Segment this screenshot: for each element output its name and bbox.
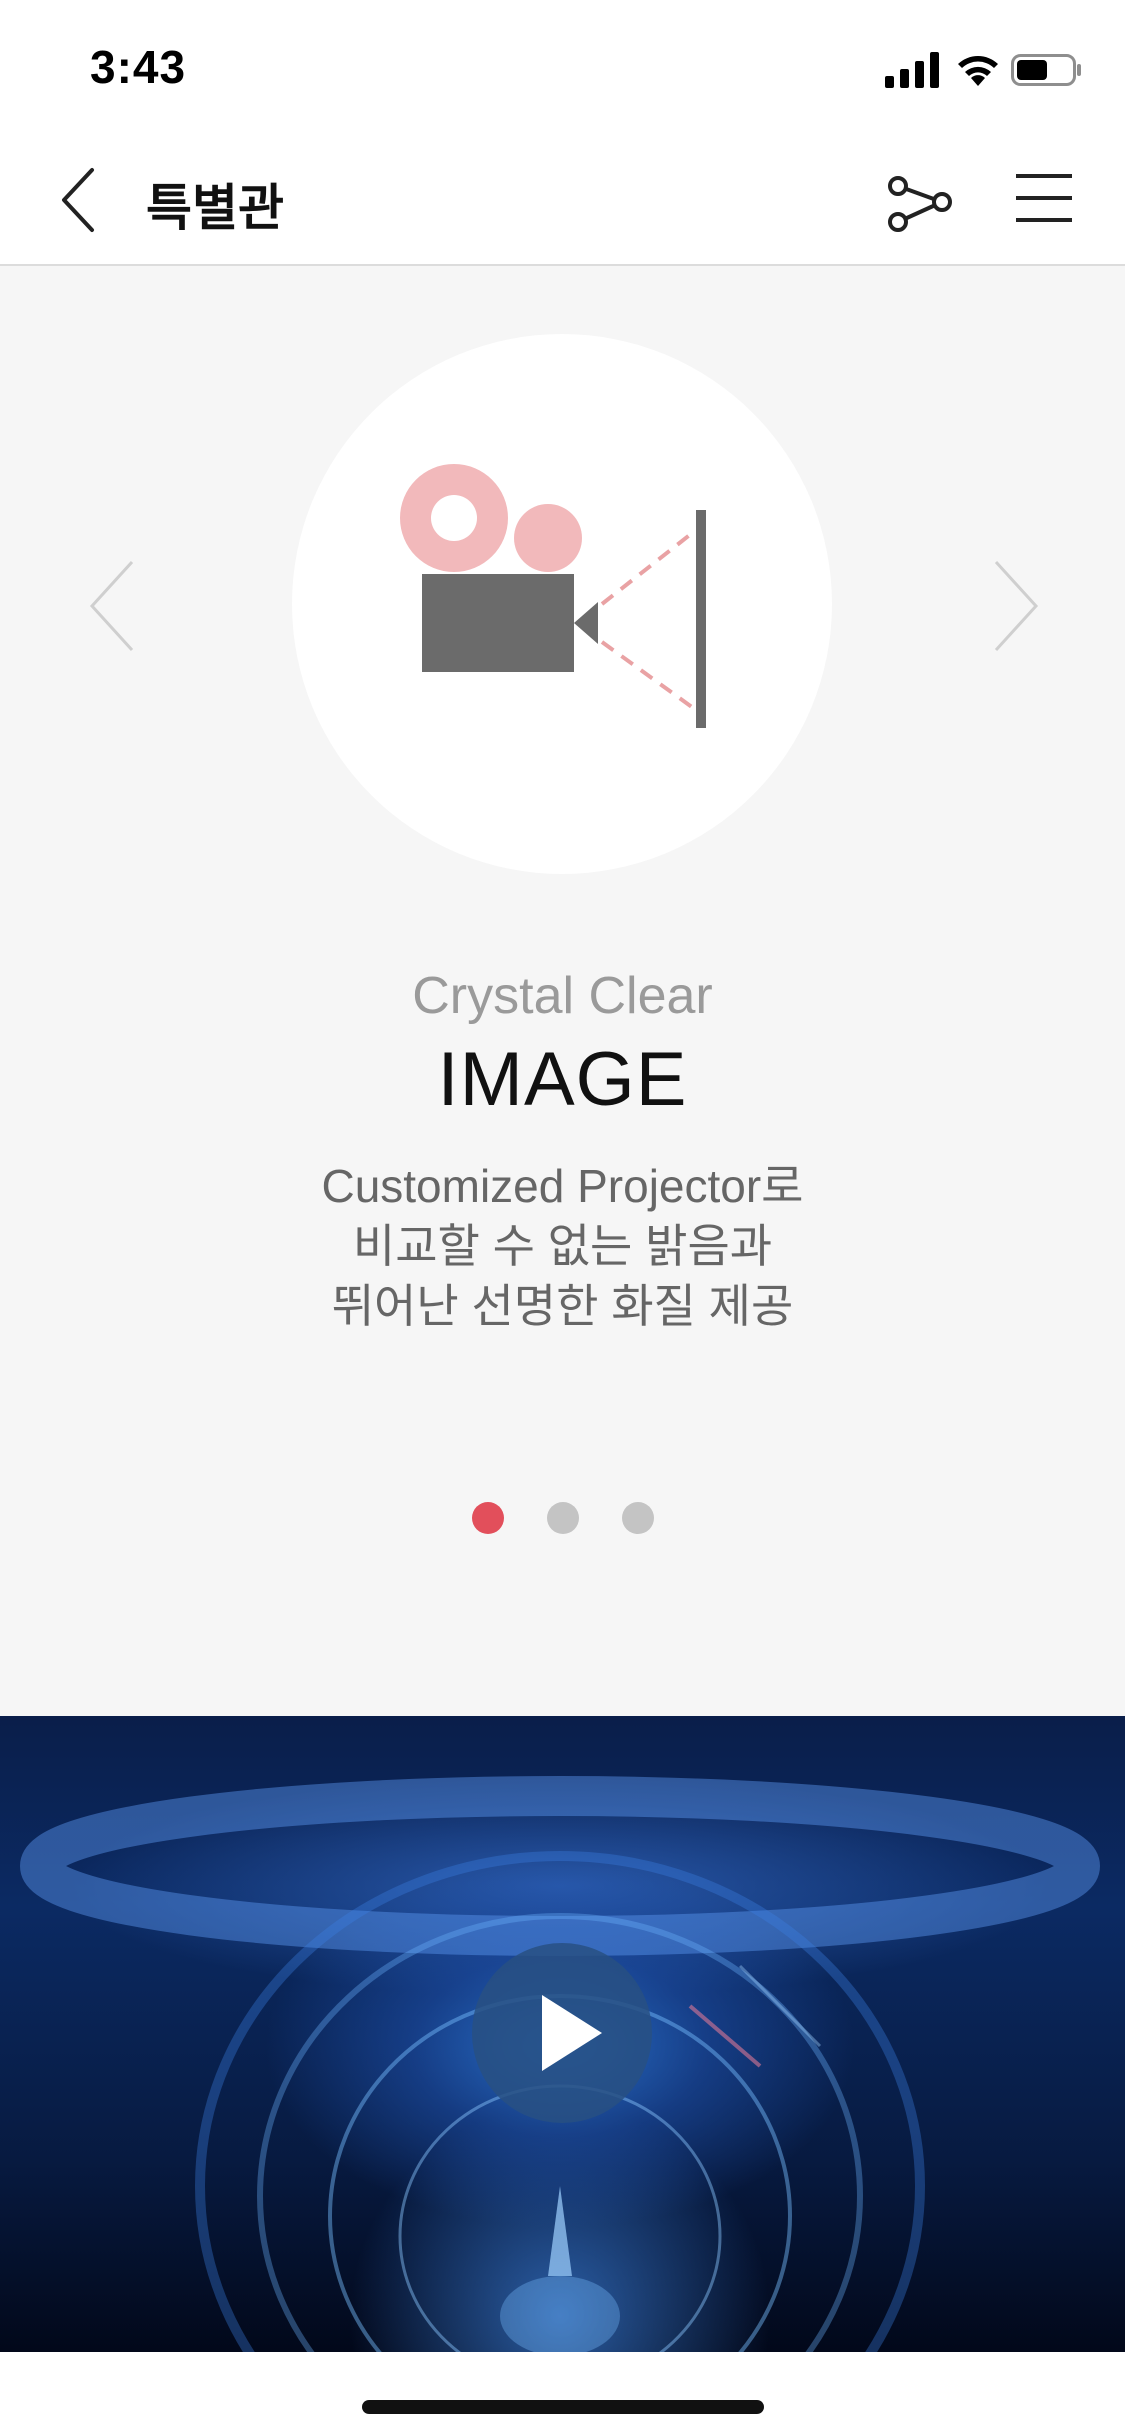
home-indicator[interactable] bbox=[362, 2400, 764, 2414]
share-icon bbox=[888, 176, 952, 232]
slide-illustration bbox=[292, 334, 832, 874]
battery-icon bbox=[1011, 54, 1081, 86]
share-button[interactable] bbox=[884, 166, 956, 238]
chevron-left-icon bbox=[89, 560, 134, 652]
back-button[interactable] bbox=[50, 160, 110, 240]
home-indicator-area bbox=[0, 2352, 1125, 2436]
chevron-left-icon bbox=[62, 168, 94, 232]
menu-button[interactable] bbox=[1012, 166, 1076, 230]
carousel-next-button[interactable] bbox=[984, 556, 1044, 656]
slide-subtitle: Crystal Clear bbox=[412, 967, 713, 1025]
page-header: 특별관 bbox=[0, 136, 1125, 266]
wifi-icon bbox=[958, 56, 998, 86]
page-title: 특별관 bbox=[146, 180, 284, 236]
slide-description-line: Customized Projector로 bbox=[321, 1160, 804, 1212]
cellular-signal-icon bbox=[885, 52, 939, 88]
carousel-prev-button[interactable] bbox=[84, 556, 144, 656]
status-bar: 3:43 bbox=[0, 0, 1125, 136]
hamburger-menu-icon bbox=[1016, 174, 1072, 222]
play-button[interactable] bbox=[472, 1943, 652, 2123]
slide-description: Customized Projector로 비교할 수 없는 밝음과 뛰어난 선… bbox=[0, 1156, 1125, 1336]
chevron-right-icon bbox=[994, 560, 1039, 652]
projector-camera-icon bbox=[400, 464, 706, 728]
slide-description-line: 뛰어난 선명한 화질 제공 bbox=[331, 1280, 794, 1332]
play-icon bbox=[542, 1995, 602, 2071]
pagination-dot-1[interactable] bbox=[472, 1502, 504, 1534]
video-player[interactable] bbox=[0, 1716, 1125, 2352]
slide-description-line: 비교할 수 없는 밝음과 bbox=[352, 1220, 773, 1272]
carousel-pagination bbox=[0, 1502, 1125, 1538]
pagination-dot-3[interactable] bbox=[622, 1502, 654, 1534]
slide-title: IMAGE bbox=[437, 1037, 688, 1122]
status-time: 3:43 bbox=[90, 41, 187, 93]
pagination-dot-2[interactable] bbox=[547, 1502, 579, 1534]
feature-carousel: Crystal Clear IMAGE Customized Projector… bbox=[0, 266, 1125, 1716]
